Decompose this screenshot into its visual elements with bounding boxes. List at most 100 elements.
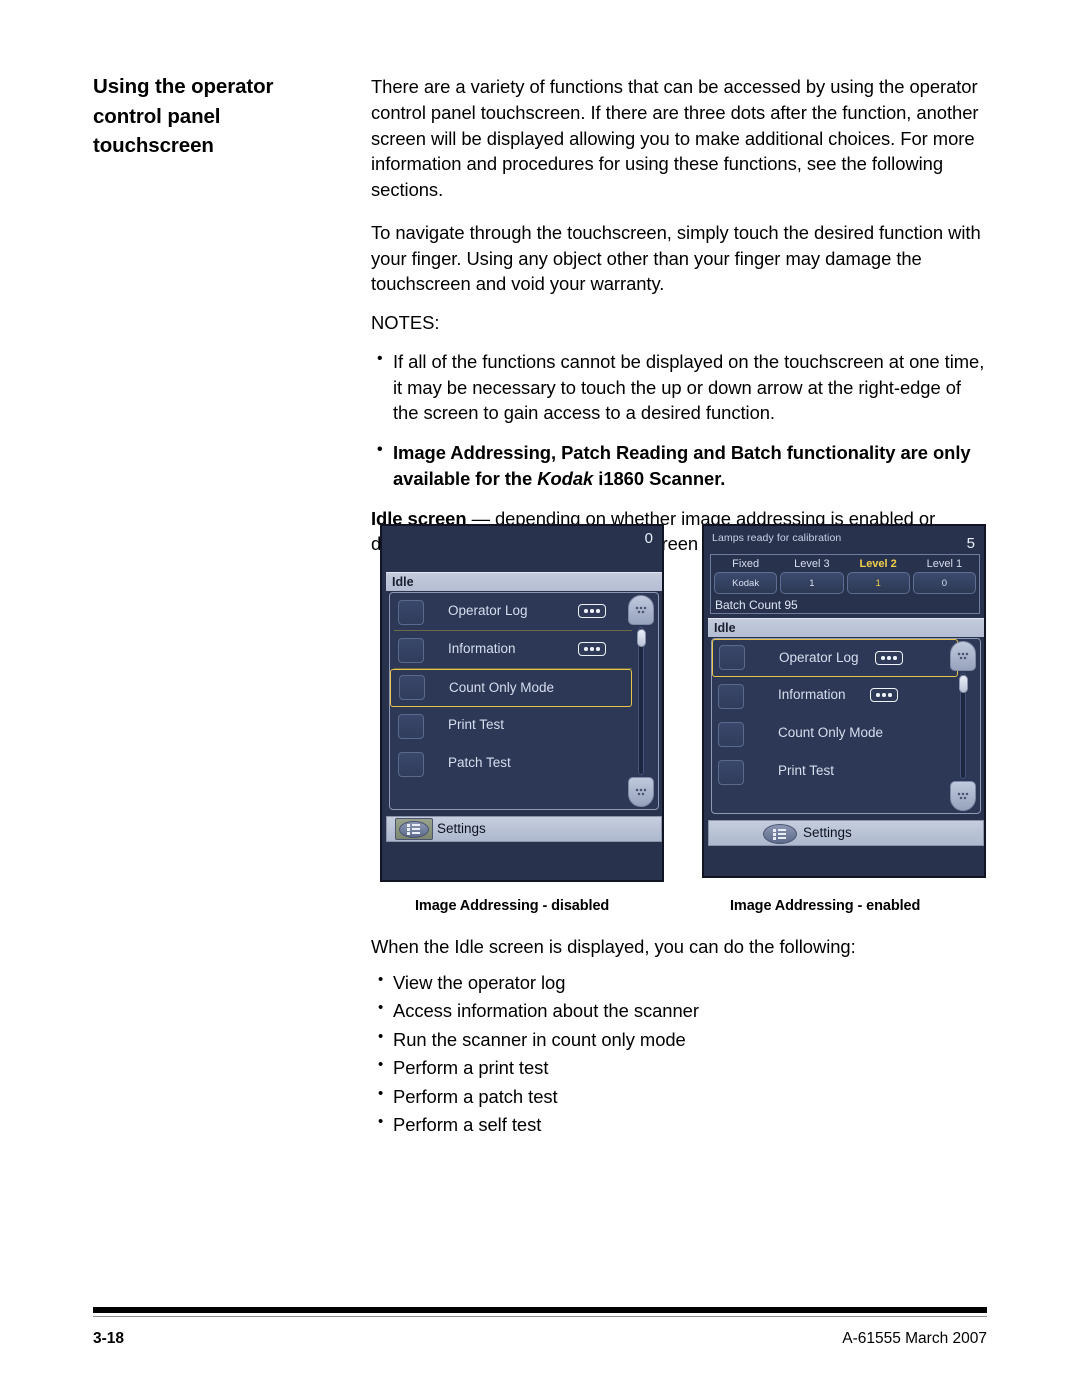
scroll-down-icon[interactable] bbox=[950, 781, 976, 811]
checkbox-icon[interactable] bbox=[398, 714, 424, 739]
list-item-count-only-mode[interactable]: Count Only Mode bbox=[712, 715, 980, 753]
page-title-line-3: touchscreen bbox=[93, 134, 214, 158]
status-message: Lamps ready for calibration bbox=[712, 532, 842, 544]
scrollbar-thumb[interactable] bbox=[959, 675, 968, 693]
list-item: Perform a self test bbox=[371, 1110, 991, 1140]
body-column: There are a variety of functions that ca… bbox=[371, 74, 991, 557]
page-title-line-2: control panel bbox=[93, 104, 221, 128]
list-item-operator-log[interactable]: Operator Log bbox=[390, 593, 658, 631]
list-item-label: Operator Log bbox=[779, 650, 859, 665]
intro-paragraph-1: There are a variety of functions that ca… bbox=[371, 76, 979, 201]
address-field-header: Fixed bbox=[732, 558, 760, 570]
list-item-count-only-mode[interactable]: Count Only Mode bbox=[390, 669, 632, 707]
note-item-2-post: i1860 Scanner. bbox=[593, 467, 726, 489]
idle-title-bar-right: Idle bbox=[708, 618, 984, 637]
touchscreen-image-addressing-enabled: Lamps ready for calibration 5 Fixed Koda… bbox=[702, 524, 986, 878]
address-field-header: Level 2 bbox=[859, 558, 897, 570]
page-title-line-1: Using the operator bbox=[93, 75, 274, 98]
scrollbar-track[interactable] bbox=[638, 627, 644, 775]
address-field-value[interactable]: 1 bbox=[846, 572, 910, 594]
figure-caption-disabled: Image Addressing - disabled bbox=[415, 898, 610, 914]
checkbox-icon[interactable] bbox=[399, 675, 425, 700]
list-item-print-test[interactable]: Print Test bbox=[390, 707, 658, 745]
checkbox-icon[interactable] bbox=[718, 722, 744, 747]
scroll-down-icon[interactable] bbox=[628, 777, 654, 807]
list-item-label: Print Test bbox=[448, 717, 505, 732]
document-page: Using the operator control panel touchsc… bbox=[0, 0, 1080, 1397]
footer-page-number: 3-18 bbox=[93, 1330, 125, 1347]
scrollbar-left[interactable] bbox=[628, 595, 654, 807]
address-field-fixed[interactable]: Fixed Kodak bbox=[714, 557, 778, 594]
address-field-level-1[interactable]: Level 1 0 bbox=[912, 557, 976, 594]
list-item-information[interactable]: Information bbox=[390, 631, 658, 669]
checkbox-icon[interactable] bbox=[398, 638, 424, 663]
settings-bar-right[interactable]: Settings bbox=[708, 820, 984, 846]
ellipsis-icon[interactable] bbox=[578, 604, 606, 618]
address-field-header: Level 1 bbox=[926, 558, 963, 570]
idle-title-bar-left: Idle bbox=[386, 572, 662, 591]
notes-list: If all of the functions cannot be displa… bbox=[371, 348, 991, 492]
ellipsis-icon[interactable] bbox=[578, 642, 606, 656]
intro-paragraph-2: To navigate through the touchscreen, sim… bbox=[371, 221, 981, 295]
list-item-operator-log[interactable]: Operator Log bbox=[712, 639, 958, 677]
function-list-right: Operator Log Information Count Only Mode… bbox=[711, 638, 981, 814]
list-item-label: Count Only Mode bbox=[778, 725, 884, 740]
address-field-value[interactable]: Kodak bbox=[714, 572, 778, 594]
ellipsis-icon[interactable] bbox=[870, 688, 898, 702]
settings-label: Settings bbox=[803, 825, 852, 840]
scroll-up-icon[interactable] bbox=[950, 641, 976, 671]
checkbox-icon[interactable] bbox=[718, 684, 744, 709]
list-item: Access information about the scanner bbox=[371, 996, 991, 1026]
note-item-1: If all of the functions cannot be displa… bbox=[371, 348, 991, 426]
batch-count-label: Batch Count 95 bbox=[715, 598, 798, 612]
checkbox-icon[interactable] bbox=[398, 752, 424, 777]
list-item-label: Count Only Mode bbox=[449, 680, 555, 695]
list-item-label: Print Test bbox=[778, 763, 835, 778]
address-field-value[interactable]: 0 bbox=[912, 572, 976, 594]
note-item-2-brand: Kodak bbox=[537, 467, 594, 489]
address-field-header: Level 3 bbox=[794, 558, 830, 570]
page-title: Using the operator control panel touchsc… bbox=[93, 72, 355, 161]
scroll-up-icon[interactable] bbox=[628, 595, 654, 625]
footer-divider-thick bbox=[93, 1307, 987, 1313]
list-item: Perform a patch test bbox=[371, 1082, 991, 1112]
bottom-intro-text: When the Idle screen is displayed, you c… bbox=[371, 936, 856, 957]
list-item: View the operator log bbox=[371, 968, 991, 998]
image-address-panel: Fixed Kodak Level 3 1 Level 2 1 Level 1 … bbox=[710, 554, 980, 614]
list-item-information[interactable]: Information bbox=[712, 677, 980, 715]
list-item-patch-test[interactable]: Patch Test bbox=[390, 745, 658, 783]
settings-label: Settings bbox=[437, 821, 486, 836]
checkbox-icon[interactable] bbox=[719, 645, 745, 670]
bottom-content: When the Idle screen is displayed, you c… bbox=[371, 934, 991, 1140]
address-field-value[interactable]: 1 bbox=[780, 572, 844, 594]
ellipsis-icon[interactable] bbox=[875, 651, 903, 665]
checkbox-icon[interactable] bbox=[398, 600, 424, 625]
figure-touchscreen-examples: 0 Idle Operator Log Information Count On… bbox=[371, 524, 991, 884]
touchscreen-image-addressing-disabled: 0 Idle Operator Log Information Count On… bbox=[380, 524, 664, 882]
capabilities-list: View the operator log Access information… bbox=[371, 968, 991, 1140]
page-counter-right: 5 bbox=[966, 535, 975, 552]
list-item-label: Information bbox=[778, 687, 846, 702]
figure-caption-enabled: Image Addressing - enabled bbox=[730, 898, 921, 914]
settings-bar-left[interactable]: Settings bbox=[386, 816, 662, 842]
note-item-2: Image Addressing, Patch Reading and Batc… bbox=[371, 439, 991, 492]
settings-icon[interactable] bbox=[763, 824, 797, 844]
image-address-fields: Fixed Kodak Level 3 1 Level 2 1 Level 1 … bbox=[711, 555, 979, 594]
scrollbar-thumb[interactable] bbox=[637, 629, 646, 647]
list-item-print-test[interactable]: Print Test bbox=[712, 753, 980, 791]
footer-divider-thin bbox=[93, 1316, 987, 1317]
address-field-level-2[interactable]: Level 2 1 bbox=[846, 557, 910, 594]
list-item-label: Information bbox=[448, 641, 516, 656]
page-counter-left: 0 bbox=[644, 530, 653, 547]
list-item: Run the scanner in count only mode bbox=[371, 1025, 991, 1055]
footer-document-id: A-61555 March 2007 bbox=[842, 1330, 987, 1347]
list-item: Perform a print test bbox=[371, 1053, 991, 1083]
list-item-label: Operator Log bbox=[448, 603, 528, 618]
scrollbar-right[interactable] bbox=[950, 641, 976, 811]
settings-icon[interactable] bbox=[395, 818, 433, 840]
address-field-level-3[interactable]: Level 3 1 bbox=[780, 557, 844, 594]
function-list-left: Operator Log Information Count Only Mode… bbox=[389, 592, 659, 810]
device-status-bar-right: Lamps ready for calibration 5 bbox=[704, 526, 984, 554]
list-item-label: Patch Test bbox=[448, 755, 511, 770]
checkbox-icon[interactable] bbox=[718, 760, 744, 785]
